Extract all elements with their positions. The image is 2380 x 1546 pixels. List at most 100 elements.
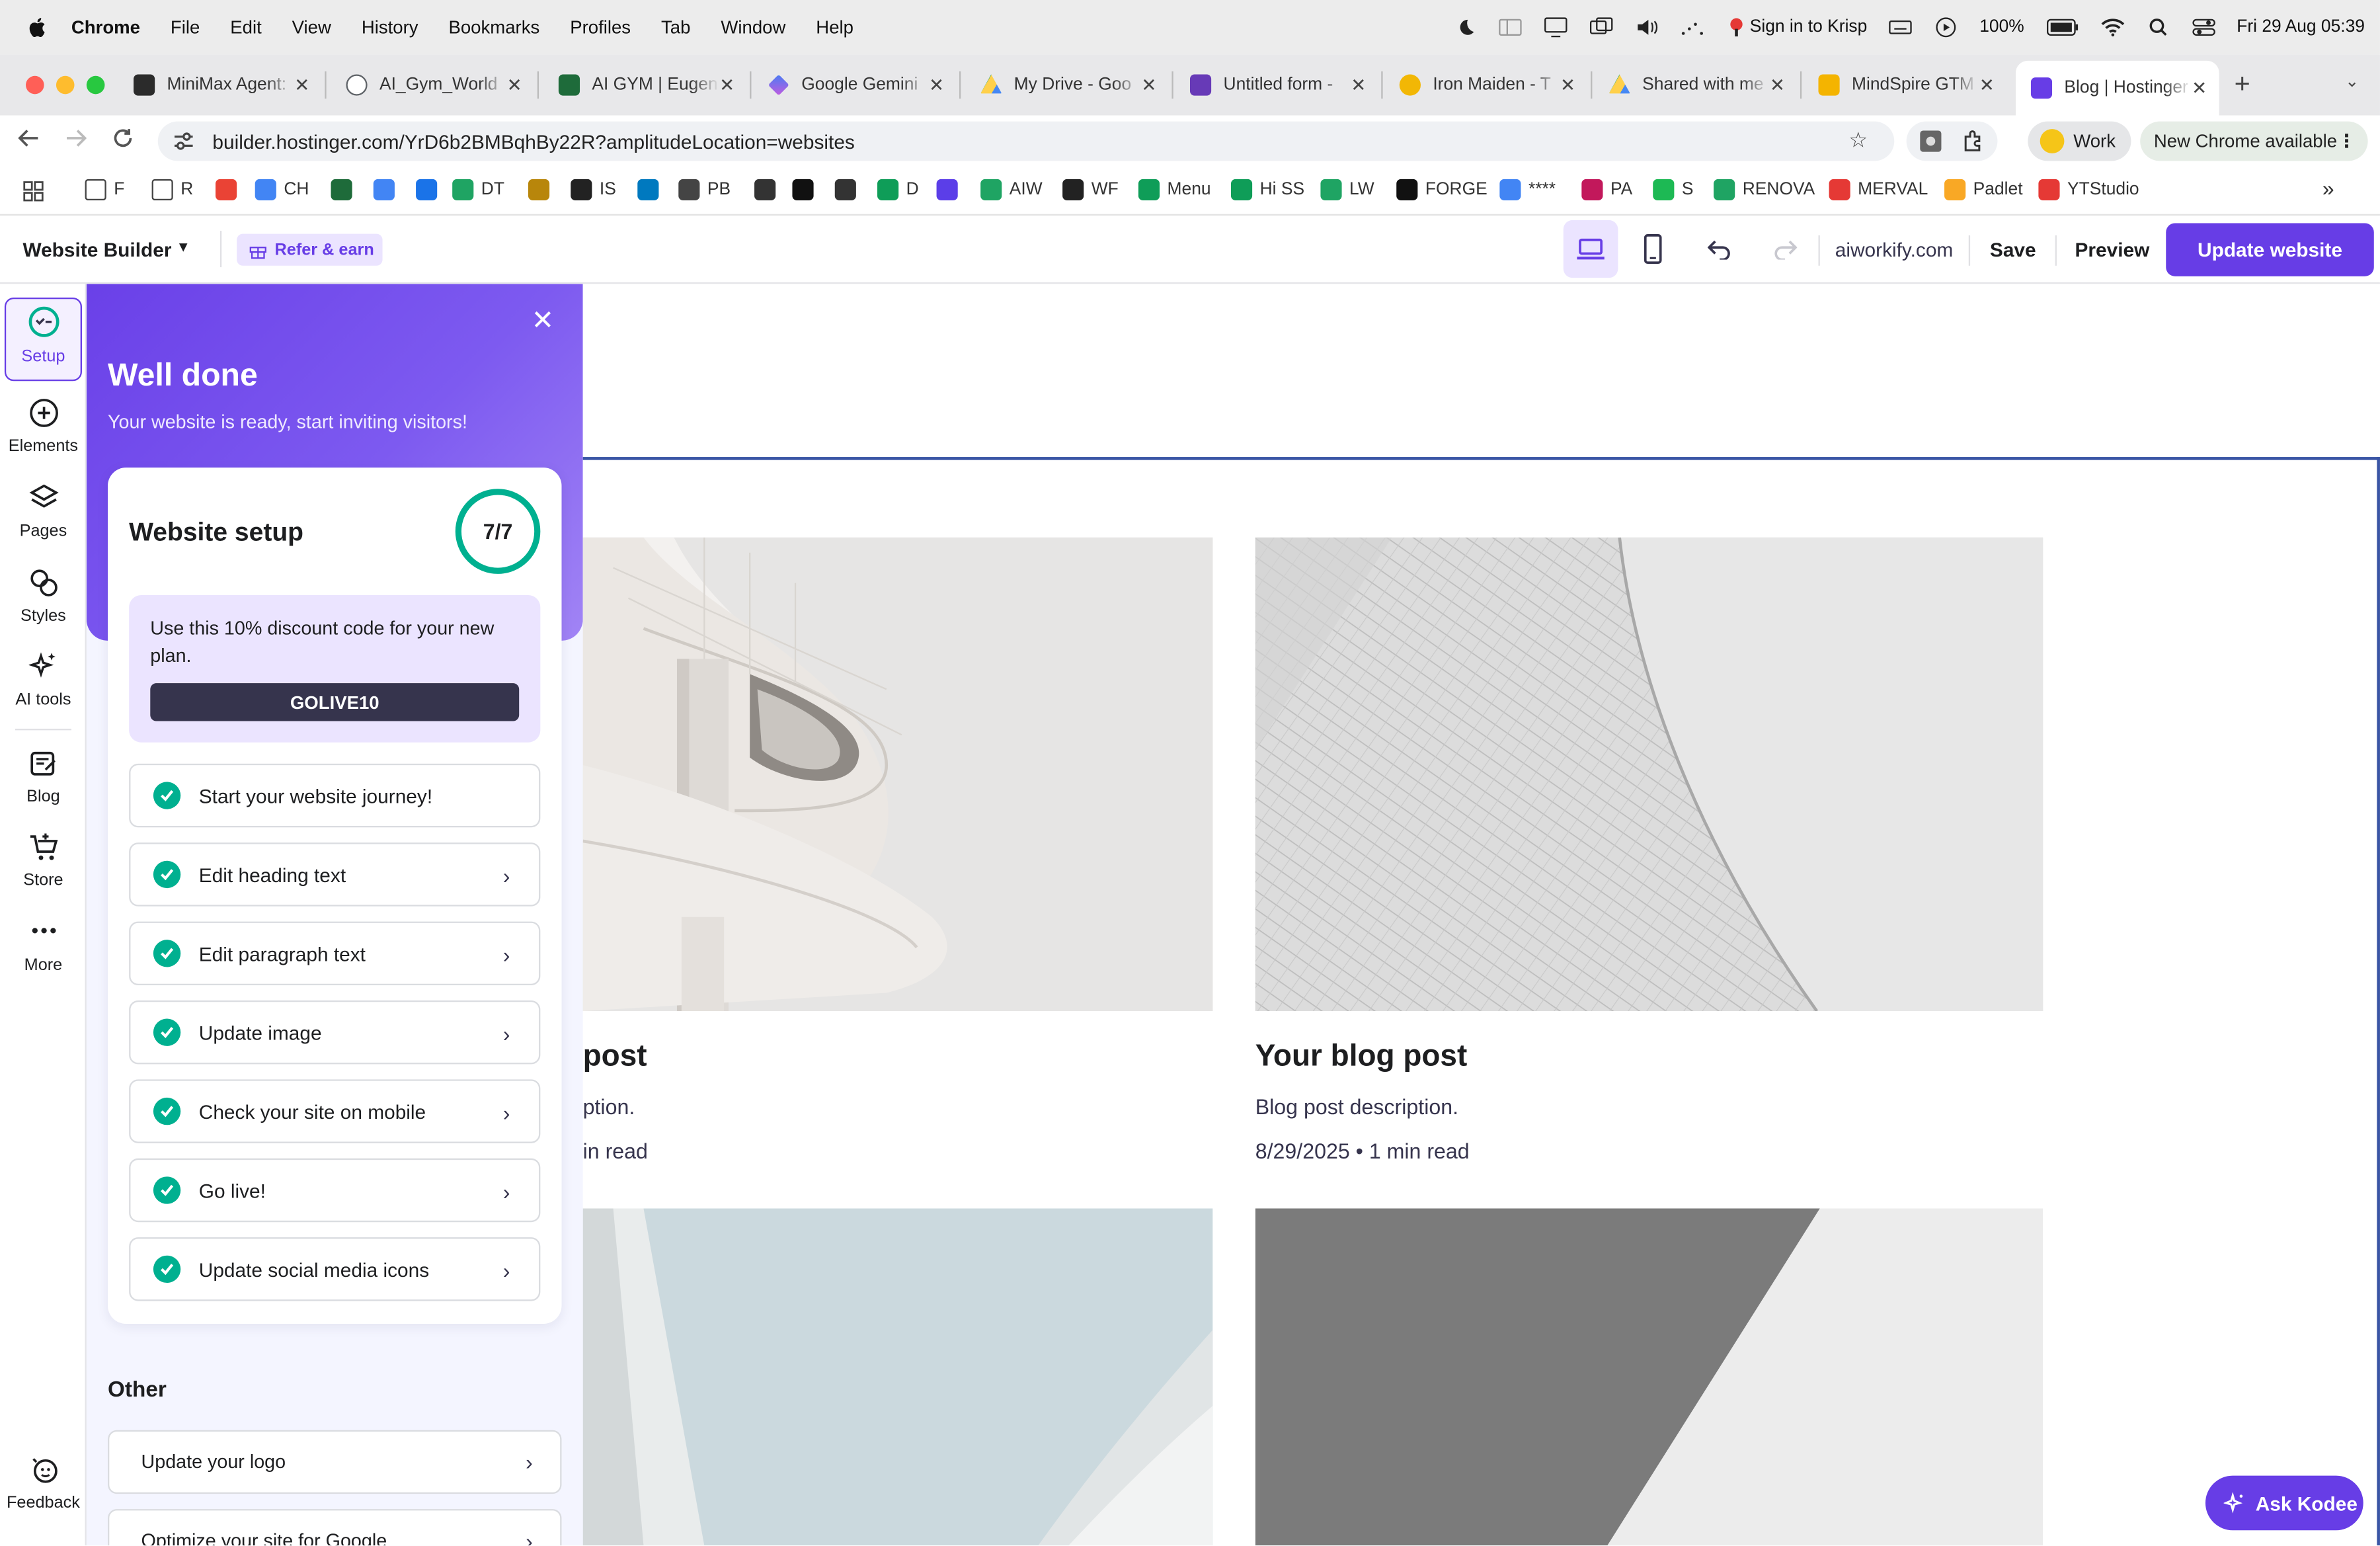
setup-task[interactable]: Go live! › [129, 1158, 541, 1223]
bookmark-item[interactable]: Padlet [1944, 179, 2023, 201]
display-icon[interactable] [1544, 17, 1568, 38]
spotlight-search-icon[interactable] [2145, 17, 2170, 38]
chevron-down-icon[interactable]: ▾ [179, 237, 188, 257]
bookmark-item[interactable]: R [151, 179, 193, 201]
browser-tab[interactable]: Google Gemini ✕ [756, 63, 956, 106]
bookmark-item[interactable]: PB [678, 179, 731, 201]
bookmark-item[interactable]: **** [1499, 179, 1556, 201]
setup-task[interactable]: Edit paragraph text › [129, 921, 541, 986]
blog-post-image[interactable] [582, 537, 1213, 1012]
moon-icon[interactable] [1452, 17, 1477, 38]
bookmark-item[interactable]: Menu [1138, 179, 1211, 201]
chrome-update-button[interactable]: New Chrome available ⋮ [2140, 121, 2368, 161]
menu-history[interactable]: History [362, 17, 418, 38]
menu-edit[interactable]: Edit [230, 17, 261, 38]
mobile-view-button[interactable] [1626, 220, 1681, 278]
bookmark-item[interactable] [834, 179, 864, 201]
blog-post-description[interactable]: Blog post description. [1255, 1094, 1458, 1119]
new-tab-plus-icon[interactable]: + [2235, 68, 2250, 100]
bookmark-item[interactable]: YTStudio [2038, 179, 2139, 201]
krisp-status[interactable]: Sign in to Krisp [1726, 17, 1867, 38]
bookmark-item[interactable]: RENOVA [1714, 179, 1815, 201]
menu-profiles[interactable]: Profiles [570, 17, 631, 38]
wifi-icon[interactable] [2100, 17, 2125, 38]
bookmark-star-icon[interactable]: ☆ [1848, 128, 1868, 153]
rail-blog[interactable]: Blog [0, 749, 87, 806]
browser-tab-active[interactable]: Blog | Hostinger ✕ [2015, 60, 2219, 116]
puzzle-extensions-icon[interactable] [1961, 129, 1985, 153]
reload-icon[interactable] [112, 128, 134, 149]
blog-post-description[interactable]: ption. [583, 1094, 635, 1119]
bookmark-item[interactable]: MERVAL [1829, 179, 1928, 201]
screenshot-extension-icon[interactable] [1919, 129, 1943, 153]
close-tab-icon[interactable]: ✕ [507, 74, 522, 95]
other-task[interactable]: Optimize your site for Google › [108, 1509, 562, 1546]
setup-task[interactable]: Check your site on mobile › [129, 1079, 541, 1143]
battery-icon[interactable] [2045, 17, 2079, 38]
bookmark-item[interactable]: S [1653, 179, 1693, 201]
rail-more[interactable]: More [0, 917, 87, 975]
undo-icon[interactable] [1707, 238, 1732, 260]
blog-post-title[interactable]: Your blog post [1255, 1040, 1468, 1075]
menubar-clock[interactable]: Fri 29 Aug 05:39 [2237, 19, 2365, 37]
other-task[interactable]: Update your logo › [108, 1430, 562, 1494]
rail-pages[interactable]: Pages [0, 483, 87, 540]
browser-tab[interactable]: MiniMax Agent: ✕ [122, 63, 322, 106]
browser-tab[interactable]: MindSpire GTM ✕ [1806, 63, 2006, 106]
redo-icon[interactable] [1773, 238, 1798, 260]
menu-tab[interactable]: Tab [661, 17, 690, 38]
bookmark-item[interactable]: PA [1581, 179, 1632, 201]
zoom-window-button[interactable] [86, 75, 105, 95]
bookmark-item[interactable]: AIW [980, 179, 1043, 201]
dots-activity-icon[interactable] [1680, 17, 1704, 38]
update-website-button[interactable]: Update website [2166, 223, 2374, 276]
tab-search-chevron-icon[interactable]: ⌄ [2345, 71, 2359, 91]
close-tab-icon[interactable]: ✕ [1141, 74, 1156, 95]
menu-bookmarks[interactable]: Bookmarks [448, 17, 539, 38]
promo-code-button[interactable]: GOLIVE10 [150, 683, 520, 721]
rail-store[interactable]: Store [0, 832, 87, 889]
bookmark-item[interactable]: IS [571, 179, 616, 201]
close-tab-icon[interactable]: ✕ [1560, 74, 1575, 95]
bookmark-item[interactable]: DT [452, 179, 504, 201]
bookmark-item[interactable] [416, 179, 445, 201]
close-tab-icon[interactable]: ✕ [929, 74, 944, 95]
blog-post-image[interactable] [1255, 1208, 2043, 1546]
rail-styles[interactable]: Styles [0, 568, 87, 626]
preview-button[interactable]: Preview [2075, 238, 2149, 261]
bookmark-item[interactable]: D [877, 179, 919, 201]
desktop-view-button[interactable] [1563, 220, 1618, 278]
close-tab-icon[interactable]: ✕ [1979, 74, 1995, 95]
ask-kodee-button[interactable]: Ask Kodee [2205, 1475, 2363, 1531]
browser-tab[interactable]: AI_Gym_World ✕ [334, 63, 534, 106]
menu-help[interactable]: Help [816, 17, 853, 38]
rail-ai-tools[interactable]: AI tools [0, 651, 87, 709]
bookmark-item[interactable] [792, 179, 821, 201]
bookmark-item[interactable]: Hi SS [1230, 179, 1304, 201]
bookmark-item[interactable] [216, 179, 245, 201]
blog-post-image[interactable] [1255, 537, 2043, 1012]
close-icon[interactable]: ✕ [532, 305, 555, 337]
menu-app-name[interactable]: Chrome [71, 17, 140, 38]
screens-icon[interactable] [1589, 17, 1613, 38]
domain-label[interactable]: aiworkify.com [1835, 238, 1954, 261]
bookmark-item[interactable] [754, 179, 783, 201]
control-center-icon[interactable] [2191, 17, 2215, 38]
bookmark-item[interactable] [936, 179, 966, 201]
close-tab-icon[interactable]: ✕ [2192, 77, 2207, 99]
browser-tab[interactable]: AI GYM | Eugen ✕ [547, 63, 747, 106]
bookmark-item[interactable] [373, 179, 403, 201]
close-window-button[interactable] [26, 75, 44, 95]
kebab-menu-icon[interactable]: ⋮ [2338, 130, 2356, 151]
website-builder-menu[interactable]: Website Builder [22, 238, 171, 261]
minimize-window-button[interactable] [56, 75, 75, 95]
rail-elements[interactable]: Elements [0, 398, 87, 456]
bookmark-item[interactable]: WF [1062, 179, 1119, 201]
setup-task[interactable]: Edit heading text › [129, 842, 541, 907]
bookmark-item[interactable]: CH [255, 179, 309, 201]
rail-feedback[interactable]: Feedback [0, 1454, 87, 1512]
menu-window[interactable]: Window [721, 17, 785, 38]
rail-setup[interactable]: Setup [0, 305, 87, 366]
save-button[interactable]: Save [1990, 238, 2036, 261]
menu-file[interactable]: File [171, 17, 200, 38]
